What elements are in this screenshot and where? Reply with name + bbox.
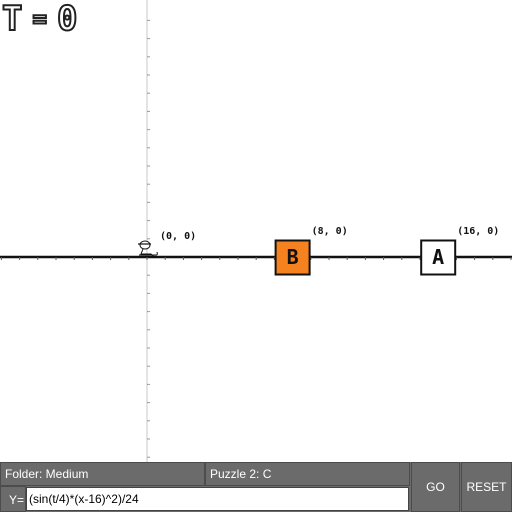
time-value: 0 bbox=[56, 0, 79, 39]
time-readout: T = 0 bbox=[1, 0, 79, 39]
time-label: T bbox=[1, 0, 24, 39]
equation-input[interactable] bbox=[26, 487, 409, 511]
game-canvas[interactable]: (0, 0) B (8, 0) A (16, 0) bbox=[0, 0, 512, 462]
graph-plane: (0, 0) B (8, 0) A (16, 0) bbox=[0, 0, 512, 462]
folder-label[interactable]: Folder: Medium bbox=[0, 462, 205, 486]
reset-button[interactable]: RESET bbox=[461, 462, 512, 512]
time-equals: = bbox=[31, 4, 48, 34]
target-coord-b: (8, 0) bbox=[312, 226, 348, 237]
target-coord-a: (16, 0) bbox=[457, 226, 499, 237]
origin-label: (0, 0) bbox=[160, 231, 196, 242]
equation-prefix: Y= bbox=[0, 486, 26, 512]
control-bar: Folder: Medium Puzzle 2: C Y= GO RESET bbox=[0, 462, 512, 512]
sled-rider-icon bbox=[138, 240, 158, 259]
go-button[interactable]: GO bbox=[411, 462, 460, 512]
puzzle-label[interactable]: Puzzle 2: C bbox=[205, 462, 410, 486]
target-label-b: B bbox=[287, 245, 299, 269]
target-label-a: A bbox=[432, 245, 444, 269]
